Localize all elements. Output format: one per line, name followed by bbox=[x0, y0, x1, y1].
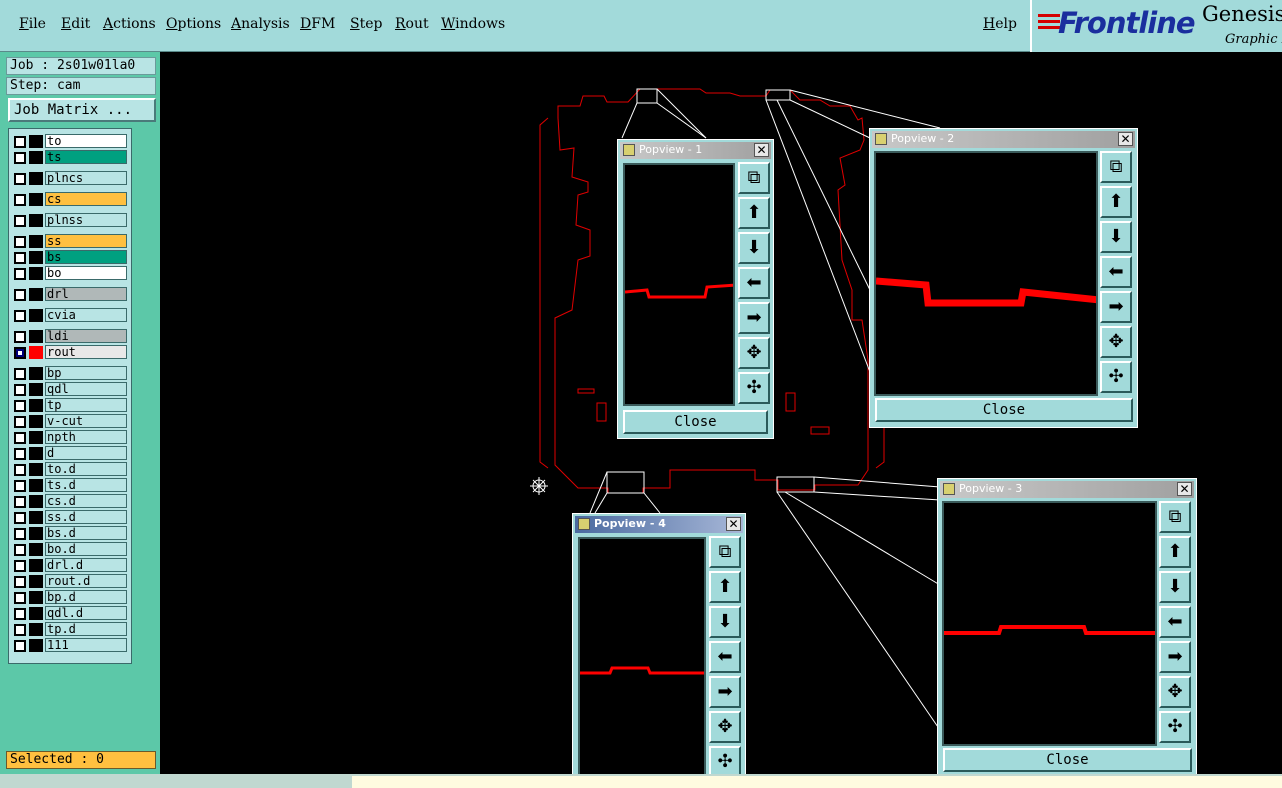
popview-3-close-button[interactable]: Close bbox=[943, 748, 1192, 772]
close-icon[interactable]: ✕ bbox=[726, 517, 741, 531]
zoom-out-icon[interactable]: ✣ bbox=[738, 372, 770, 404]
pan-right-icon[interactable]: ➡ bbox=[1100, 291, 1132, 323]
popview-2-close-button[interactable]: Close bbox=[875, 398, 1133, 422]
pan-left-icon[interactable]: ⬅ bbox=[1159, 606, 1191, 638]
pan-up-icon[interactable]: ⬆ bbox=[1159, 536, 1191, 568]
close-icon[interactable]: ✕ bbox=[754, 143, 769, 157]
zoom-fit-icon[interactable]: ⧉ bbox=[1159, 501, 1191, 533]
popview-1: Popview - 1 ✕ ⧉ ⬆ ⬇ ⬅ ➡ ✥ ✣ Close bbox=[617, 139, 774, 439]
zoom-in-icon[interactable]: ✥ bbox=[1159, 676, 1191, 708]
popview-1-close-button[interactable]: Close bbox=[623, 410, 768, 434]
pan-down-icon[interactable]: ⬇ bbox=[709, 606, 741, 638]
popview-2: Popview - 2 ✕ ⧉ ⬆ ⬇ ⬅ ➡ ✥ ✣ Close bbox=[869, 128, 1138, 428]
window-icon bbox=[623, 144, 635, 156]
zoom-out-icon[interactable]: ✣ bbox=[1100, 361, 1132, 393]
popview-2-title: Popview - 2 bbox=[891, 132, 955, 145]
popview-4: Popview - 4 ✕ ⧉ ⬆ ⬇ ⬅ ➡ ✥ ✣ bbox=[572, 513, 746, 788]
trace-segment bbox=[944, 625, 1155, 635]
popview-2-titlebar[interactable]: Popview - 2 ✕ bbox=[872, 131, 1135, 148]
pan-down-icon[interactable]: ⬇ bbox=[1159, 571, 1191, 603]
zoom-fit-icon[interactable]: ⧉ bbox=[1100, 151, 1132, 183]
popview-3-title: Popview - 3 bbox=[959, 482, 1023, 495]
popview-3-titlebar[interactable]: Popview - 3 ✕ bbox=[940, 481, 1194, 498]
popview-4-view[interactable] bbox=[578, 537, 706, 780]
origin-crosshair-icon bbox=[530, 477, 548, 495]
pan-up-icon[interactable]: ⬆ bbox=[709, 571, 741, 603]
zoom-in-icon[interactable]: ✥ bbox=[709, 711, 741, 743]
pan-right-icon[interactable]: ➡ bbox=[738, 302, 770, 334]
close-icon[interactable]: ✕ bbox=[1118, 132, 1133, 146]
popview-1-title: Popview - 1 bbox=[639, 143, 703, 156]
popview-4-titlebar[interactable]: Popview - 4 ✕ bbox=[575, 516, 743, 533]
pan-right-icon[interactable]: ➡ bbox=[1159, 641, 1191, 673]
popview-1-view[interactable] bbox=[623, 163, 735, 406]
zoom-fit-icon[interactable]: ⧉ bbox=[709, 536, 741, 568]
zoom-fit-icon[interactable]: ⧉ bbox=[738, 162, 770, 194]
pan-left-icon[interactable]: ⬅ bbox=[738, 267, 770, 299]
pan-up-icon[interactable]: ⬆ bbox=[1100, 186, 1132, 218]
pan-left-icon[interactable]: ⬅ bbox=[1100, 256, 1132, 288]
popview-4-title: Popview - 4 bbox=[594, 517, 666, 530]
trace-segment bbox=[580, 666, 704, 675]
window-icon bbox=[578, 518, 590, 530]
zoom-out-icon[interactable]: ✣ bbox=[1159, 711, 1191, 743]
popview-3: Popview - 3 ✕ ⧉ ⬆ ⬇ ⬅ ➡ ✥ ✣ Close bbox=[937, 478, 1197, 778]
zoom-in-icon[interactable]: ✥ bbox=[738, 337, 770, 369]
command-line[interactable] bbox=[352, 776, 1282, 788]
pan-left-icon[interactable]: ⬅ bbox=[709, 641, 741, 673]
window-icon bbox=[875, 133, 887, 145]
pan-down-icon[interactable]: ⬇ bbox=[738, 232, 770, 264]
popview-3-view[interactable] bbox=[942, 501, 1157, 746]
popview-1-titlebar[interactable]: Popview - 1 ✕ bbox=[620, 142, 771, 159]
zoom-in-icon[interactable]: ✥ bbox=[1100, 326, 1132, 358]
trace-segment bbox=[876, 277, 1096, 307]
close-icon[interactable]: ✕ bbox=[1177, 482, 1192, 496]
popview-2-view[interactable] bbox=[874, 151, 1098, 396]
pan-up-icon[interactable]: ⬆ bbox=[738, 197, 770, 229]
window-icon bbox=[943, 483, 955, 495]
pan-right-icon[interactable]: ➡ bbox=[709, 676, 741, 708]
trace-segment bbox=[625, 283, 733, 299]
pan-down-icon[interactable]: ⬇ bbox=[1100, 221, 1132, 253]
